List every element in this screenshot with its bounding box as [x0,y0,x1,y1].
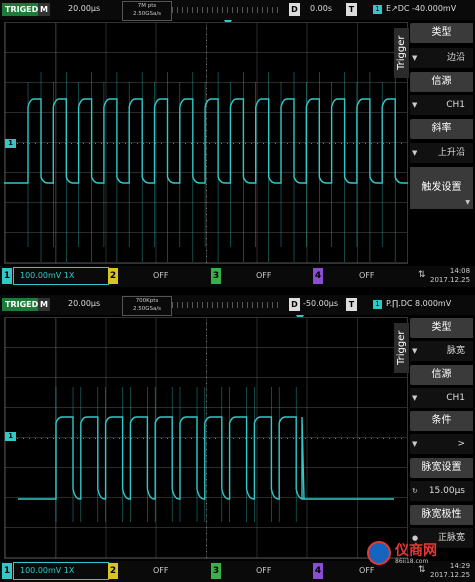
delay-badge: D [289,3,300,16]
trigger-badge: T [346,298,357,311]
trigger-menu-tab[interactable]: Trigger [394,28,409,78]
trigger-settings-button[interactable]: 触发设置 ▼ [410,167,473,209]
menu-polarity-title[interactable]: 脉宽极性 [410,505,473,525]
menu-type-title[interactable]: 类型 [410,318,473,338]
status-bar: TRIGED M 20.00μs 7M pts 2.50GSa/s D 0.00… [0,0,475,21]
ch4-status[interactable]: OFF [359,268,375,284]
ch1-scale[interactable]: 100.00mV 1X [13,267,109,285]
arrow-down-icon: ▼ [412,440,418,448]
ch1-offset-marker[interactable]: 1 [5,432,16,441]
ch2-status[interactable]: OFF [153,268,169,284]
ch2-number[interactable]: 2 [108,268,118,284]
trigger-source-badge: 1 [373,300,382,309]
scope-screen-edge: TRIGED M 20.00μs 7M pts 2.50GSa/s D 0.00… [0,0,475,287]
watermark-url: 86ii18.com [395,558,429,565]
ch1-number[interactable]: 1 [2,268,12,284]
menu-width-value[interactable]: ↻ 15.00μs [410,481,473,501]
clock-date: 2017.12.25 [430,571,471,579]
ch1-trace [18,387,394,522]
arrow-down-icon: ▼ [412,394,418,402]
delay-badge: D [289,298,300,311]
menu-type-title[interactable]: 类型 [410,23,473,43]
usb-icon: ⇅ [418,270,426,280]
clock: 14:08 2017.12.25 [430,267,470,285]
memory-depth: 700Kpts 2.50GSa/s [122,296,172,316]
menu-type-value[interactable]: ▼ 边沿 [410,48,473,68]
type-value-text: 脉宽 [446,346,465,356]
arrow-down-icon: ▼ [465,199,470,206]
memory-depth: 7M pts 2.50GSa/s [122,1,172,21]
trigger-badge: T [346,3,357,16]
arrow-down-icon: ▼ [412,54,418,62]
ch3-number[interactable]: 3 [211,268,221,284]
ch2-status[interactable]: OFF [153,563,169,579]
site-watermark: 仪商网 86ii18.com [365,541,465,569]
memory-ruler [172,7,282,13]
clock-time: 14:08 [449,267,471,275]
menu-source-title[interactable]: 信源 [410,72,473,92]
menu-type-value[interactable]: ▼ 脉宽 [410,341,473,361]
trigger-menu: 类型 ▼ 脉宽 信源 ▼ CH1 条件 ▼ > 脉宽设置 ↻ 15.00μs 脉宽极性 … [410,315,473,558]
menu-slope-value[interactable]: ▼ 上升沿 [410,143,473,163]
menu-source-value[interactable]: ▼ CH1 [410,95,473,115]
width-value-text: 15.00μs [428,486,465,496]
menu-condition-value[interactable]: ▼ > [410,434,473,454]
memory-points: 700Kpts [135,298,159,304]
ch3-number[interactable]: 3 [211,563,221,579]
ch1-scale[interactable]: 100.00mV 1X [13,562,109,580]
menu-condition-title[interactable]: 条件 [410,411,473,431]
source-value-text: CH1 [446,100,465,110]
trig-status-badge: TRIGED [2,3,42,16]
arrow-down-icon: ▼ [412,149,418,157]
scope-screen-pulse: TRIGED M 20.00μs 700Kpts 2.50GSa/s D -50… [0,295,475,582]
arrow-down-icon: ▼ [412,347,418,355]
menu-source-title[interactable]: 信源 [410,365,473,385]
sample-rate: 2.50GSa/s [132,11,162,17]
ch2-number[interactable]: 2 [108,563,118,579]
trigger-info[interactable]: P.∏.DC 8.000mV [386,299,451,308]
ch4-number[interactable]: 4 [313,563,323,579]
ch1-number[interactable]: 1 [2,563,12,579]
horizontal-delay[interactable]: -50.00μs [303,299,338,308]
ch1-offset-marker[interactable]: 1 [5,139,16,148]
mode-badge[interactable]: M [38,298,50,311]
sample-rate: 2.50GSa/s [132,306,162,312]
trigger-info[interactable]: E↗DC -40.000mV [386,4,456,13]
trig-status-badge: TRIGED [2,298,42,311]
menu-slope-title[interactable]: 斜率 [410,119,473,139]
source-value-text: CH1 [446,393,465,403]
memory-points: 7M pts [137,3,157,9]
ch3-status[interactable]: OFF [256,563,272,579]
mode-badge[interactable]: M [38,3,50,16]
ch3-status[interactable]: OFF [256,268,272,284]
horizontal-delay[interactable]: 0.00s [310,4,332,13]
type-value-text: 边沿 [446,53,465,63]
status-bar: TRIGED M 20.00μs 700Kpts 2.50GSa/s D -50… [0,295,475,316]
condition-value-text: > [457,439,465,449]
ch4-number[interactable]: 4 [313,268,323,284]
trigger-source-badge: 1 [373,5,382,14]
timebase[interactable]: 20.00μs [68,299,100,308]
arrow-down-icon: ▼ [412,101,418,109]
watermark-text: 仪商网 [395,543,437,559]
timebase[interactable]: 20.00μs [68,4,100,13]
menu-source-value[interactable]: ▼ CH1 [410,388,473,408]
watermark-logo-icon [367,541,391,565]
ch1-trace [4,72,408,262]
memory-ruler [172,302,282,308]
trigger-menu-tab[interactable]: Trigger [394,323,409,373]
trigger-settings-label: 触发设置 [421,182,462,193]
trigger-menu: 类型 ▼ 边沿 信源 ▼ CH1 斜率 ▼ 上升沿 触发设置 ▼ [410,20,473,263]
channel-bar: 1 100.00mV 1X 2 OFF 3 OFF 4 OFF ⇅ 14:08 … [0,266,475,287]
knob-icon: ↻ [412,487,418,495]
menu-width-title[interactable]: 脉宽设置 [410,458,473,478]
clock-date: 2017.12.25 [430,276,471,284]
slope-value-text: 上升沿 [437,148,465,158]
